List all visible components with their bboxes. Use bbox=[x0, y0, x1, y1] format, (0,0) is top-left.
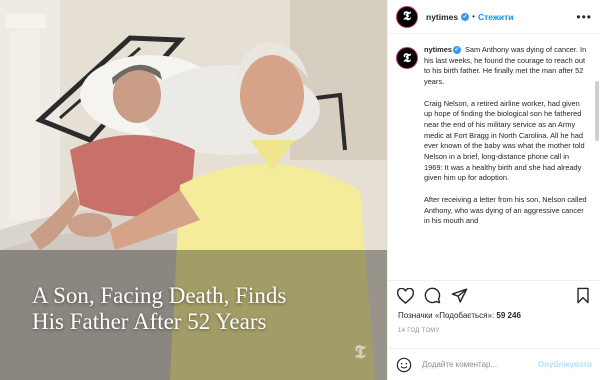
headline-line-2: His Father After 52 Years bbox=[32, 309, 267, 334]
likes-label: Позначки «Подобається»: bbox=[398, 311, 495, 320]
comment-input[interactable] bbox=[422, 360, 538, 369]
post-timestamp[interactable]: 14 год тому bbox=[398, 328, 440, 334]
nyt-logo-icon: 𝕿 bbox=[403, 50, 411, 66]
verified-badge-icon: ✓ bbox=[461, 12, 470, 21]
likes-count[interactable]: Позначки «Подобається»: 59 246 bbox=[398, 311, 521, 320]
header-separator: • bbox=[472, 12, 475, 21]
photo-headline: A Son, Facing Death, Finds His Father Af… bbox=[32, 283, 362, 335]
comment-bar: Опублікувати bbox=[388, 348, 600, 380]
scrollbar-thumb[interactable] bbox=[595, 81, 599, 141]
avatar[interactable]: 𝕿 bbox=[396, 5, 418, 28]
bookmark-icon[interactable] bbox=[574, 287, 592, 305]
caption-paragraph-2: Craig Nelson, a retired airline worker, … bbox=[424, 98, 585, 183]
post-image[interactable]: A Son, Facing Death, Finds His Father Af… bbox=[0, 0, 387, 380]
verified-badge-icon: ✓ bbox=[452, 46, 461, 55]
caption-username[interactable]: nytimes bbox=[424, 45, 452, 54]
caption-body: nytimes ✓ Sam Anthony was dying of cancer… bbox=[424, 45, 587, 238]
post-header: 𝕿 nytimes ✓ • Стежити ••• bbox=[388, 0, 600, 34]
follow-button[interactable]: Стежити bbox=[478, 12, 514, 22]
share-icon[interactable] bbox=[450, 287, 468, 305]
caption-paragraph-3: After receiving a letter from his son, N… bbox=[424, 194, 587, 226]
nyt-logo-icon: 𝕿 bbox=[403, 9, 411, 24]
caption-avatar[interactable]: 𝕿 bbox=[396, 47, 418, 69]
comment-icon[interactable] bbox=[423, 287, 441, 305]
caption-paragraph-1: nytimes ✓ Sam Anthony was dying of cancer… bbox=[424, 45, 587, 88]
action-bar bbox=[388, 280, 600, 310]
caption-scrollbar[interactable] bbox=[595, 41, 599, 278]
header-username[interactable]: nytimes bbox=[426, 12, 458, 22]
nyt-watermark-logo: 𝕿 bbox=[354, 342, 366, 363]
publish-button[interactable]: Опублікувати bbox=[538, 360, 592, 369]
heart-icon[interactable] bbox=[396, 287, 414, 305]
headline-line-1: A Son, Facing Death, Finds bbox=[32, 283, 287, 308]
post-caption: 𝕿 nytimes ✓ Sam Anthony was dying of canc… bbox=[388, 41, 595, 278]
more-options-icon[interactable]: ••• bbox=[576, 11, 592, 23]
likes-number: 59 246 bbox=[496, 311, 521, 320]
emoji-icon[interactable] bbox=[396, 357, 412, 373]
post-side-panel: 𝕿 nytimes ✓ • Стежити ••• 𝕿 nytimes ✓ Sam… bbox=[387, 0, 600, 380]
